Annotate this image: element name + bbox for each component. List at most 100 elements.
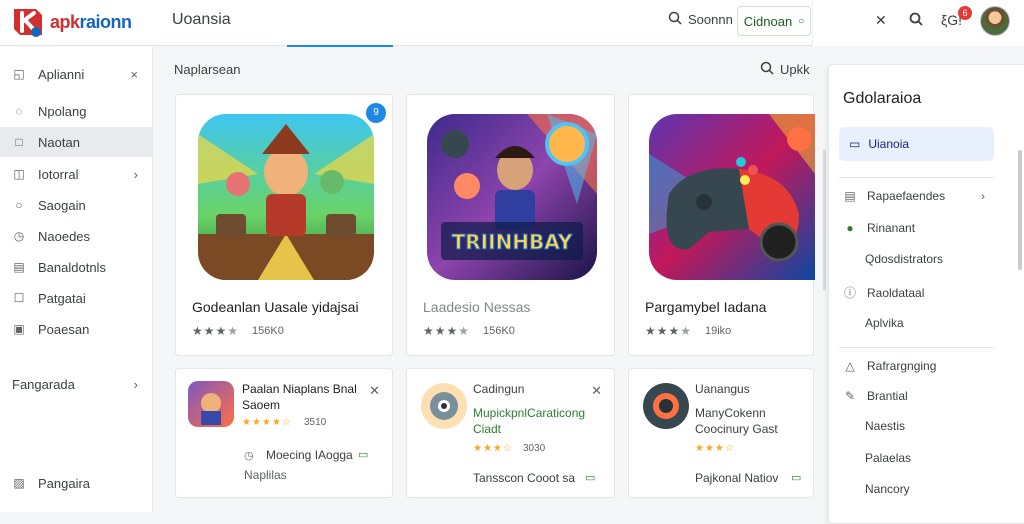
scrollbar[interactable] <box>823 150 826 290</box>
doc-icon: ▣ <box>13 322 25 336</box>
sidebar-item-label: Naotan <box>38 134 80 150</box>
open-icon[interactable]: ▭ <box>358 448 368 461</box>
monitor-icon: ▭ <box>849 137 861 151</box>
search-icon[interactable] <box>909 12 923 29</box>
mini-action[interactable]: Moecing IAogga <box>266 448 353 462</box>
sidebar-item-3[interactable]: ◫ Iotorral › <box>0 159 152 189</box>
sidebar-item-label: Naoedes <box>38 228 91 244</box>
mini-card-2[interactable]: Cadingun MupickpnlCaraticong Ciadt ✕ ★★★… <box>406 368 615 498</box>
check-circle-icon: ● <box>846 221 854 235</box>
open-icon[interactable]: ▭ <box>585 471 595 484</box>
top-bar: apkraionn Uoansia Soonnn Cidnoan ○ ✕ ξG!… <box>0 0 1024 46</box>
rating-stars: ★★★☆ <box>695 443 735 454</box>
mini-action-sub: Naplilas <box>244 468 287 482</box>
header-search[interactable]: Soonnn <box>668 11 733 28</box>
app-icon <box>643 383 689 429</box>
avatar[interactable] <box>980 6 1010 36</box>
sidebar-item-label: Patgatai <box>38 290 86 306</box>
sidebar-item-8[interactable]: ▣ Poaesan <box>0 314 152 344</box>
panel-row-label: Naestis <box>865 419 906 433</box>
sidebar-item-label: Poaesan <box>38 321 90 337</box>
panel-selected-label: Uianoia <box>868 137 910 151</box>
outlined-button[interactable]: Cidnoan ○ <box>737 6 811 36</box>
logo[interactable]: apkraionn <box>10 5 132 39</box>
panel-row-6[interactable]: ✎ Brantial <box>843 389 908 403</box>
info-badge-icon[interactable]: 9 <box>366 103 386 123</box>
sidebar: ◱ Aplianni × ◌ Npolang □ Naotan ◫ Iotorr… <box>0 47 153 512</box>
rating-stars: ★★★★ <box>192 324 240 338</box>
logo-mark-icon <box>10 5 46 39</box>
panel-row-label: Rinanant <box>867 221 916 235</box>
mini-action[interactable]: Tansscon Cooot sa <box>473 471 575 485</box>
sidebar-item-label: Npolang <box>38 103 87 119</box>
sidebar-group[interactable]: Fangarada › <box>0 369 152 399</box>
mini-title: Cadingun <box>473 382 525 396</box>
sidebar-item-7[interactable]: ☐ Patgatai <box>0 283 152 313</box>
sidebar-item-0[interactable]: ◱ Aplianni × <box>0 59 152 89</box>
mini-subtitle: ManyCokenn Coocinury Gast <box>695 406 778 436</box>
chevron-right-icon: › <box>133 166 138 182</box>
panel-row-3[interactable]: ⓘ Raoldataal <box>843 284 924 301</box>
sidebar-item-5[interactable]: ◷ Naoedes <box>0 221 152 251</box>
info-icon: ⓘ <box>843 286 856 300</box>
logo-text: apkraionn <box>50 11 132 32</box>
download-count: 156K0 <box>252 325 284 337</box>
panel-row-8[interactable]: Palaelas <box>865 451 911 465</box>
sidebar-footer-label: Pangaira <box>38 475 91 491</box>
sidebar-item-6[interactable]: ▤ Banaldotnls <box>0 252 152 282</box>
featured-card-2[interactable]: TRIINHBAY Laadesio Nessas ★★★★ 156K0 <box>406 94 615 356</box>
panel-row-label: Aplvika <box>865 316 904 330</box>
close-icon[interactable]: × <box>130 67 138 82</box>
download-count: 3030 <box>523 443 546 454</box>
panel-row-9[interactable]: Nancory <box>865 482 910 496</box>
box-icon: ☐ <box>13 291 25 305</box>
download-count: 19iko <box>705 325 732 337</box>
sidebar-item-1[interactable]: ◌ Npolang <box>0 96 152 126</box>
sidebar-item-label: Saogain <box>38 197 86 213</box>
square-icon: □ <box>15 135 23 149</box>
panel-row-label: Brantial <box>867 389 908 403</box>
sidebar-footer[interactable]: ▨ Pangaira <box>0 468 152 498</box>
panel-row-7[interactable]: Naestis <box>865 419 905 433</box>
featured-card-1[interactable]: 9 Godeanlan Uasale yidajsai ★★★★ 156K0 <box>175 94 393 356</box>
panel-row-label: Qdosdistrators <box>865 252 944 266</box>
rating-stars: ★★★★☆ <box>242 417 292 428</box>
panel-row-5[interactable]: △ Rafrargnging <box>843 359 936 373</box>
sidebar-item-4[interactable]: ○ Saogain <box>0 190 152 220</box>
open-icon[interactable]: ▭ <box>791 471 801 484</box>
circle-icon: ○ <box>798 15 805 27</box>
app-icon <box>421 383 467 429</box>
mini-card-1[interactable]: Paalan Niaplans Bnal Saoem ✕ ★★★★☆ 3510 … <box>175 368 393 498</box>
main-search-label: Upkk <box>780 62 810 77</box>
mini-card-3[interactable]: Uanangus ManyCokenn Coocinury Gast ★★★☆ … <box>628 368 814 498</box>
search-icon <box>760 61 774 78</box>
main-search[interactable]: Upkk <box>760 61 810 78</box>
artwork-title-text: TRIINHBAY <box>452 230 573 254</box>
panel-selected-item[interactable]: ▭ Uianoia <box>839 127 994 161</box>
panel-row-0[interactable]: ▤ Rapaefaendes <box>843 189 945 203</box>
close-icon[interactable]: ✕ <box>369 383 380 399</box>
panel-row-4[interactable]: Aplvika <box>865 316 904 330</box>
close-icon[interactable]: ✕ <box>875 12 887 29</box>
featured-title: Laadesio Nessas <box>423 299 531 315</box>
outlined-button-label: Cidnoan <box>743 13 793 29</box>
rating-stars: ★★★★ <box>645 324 693 338</box>
chevron-right-icon: › <box>981 189 985 203</box>
clock-icon: ◷ <box>13 229 25 243</box>
divider <box>839 177 994 178</box>
panel-row-1[interactable]: ● Rinanant <box>843 221 915 235</box>
mini-action[interactable]: Pajkonal Natiov <box>695 471 778 485</box>
bookmark-icon: ◱ <box>13 67 25 81</box>
panel-row-label: Nancory <box>865 482 910 496</box>
panel-scrollbar[interactable] <box>1018 150 1022 270</box>
search-icon <box>668 11 682 28</box>
download-count: 156K0 <box>483 325 515 337</box>
download-count: 3510 <box>304 417 327 428</box>
close-icon[interactable]: ✕ <box>591 383 602 399</box>
sidebar-item-2[interactable]: □ Naotan <box>0 127 152 157</box>
mini-title: Uanangus <box>695 382 750 396</box>
panel-row-2[interactable]: Qdosdistrators <box>865 252 943 266</box>
app-title: Uoansia <box>172 11 231 28</box>
featured-card-3[interactable]: Pargamybel Iadana ★★★★ 19iko <box>628 94 815 356</box>
sidebar-item-label: Aplianni <box>38 66 85 82</box>
